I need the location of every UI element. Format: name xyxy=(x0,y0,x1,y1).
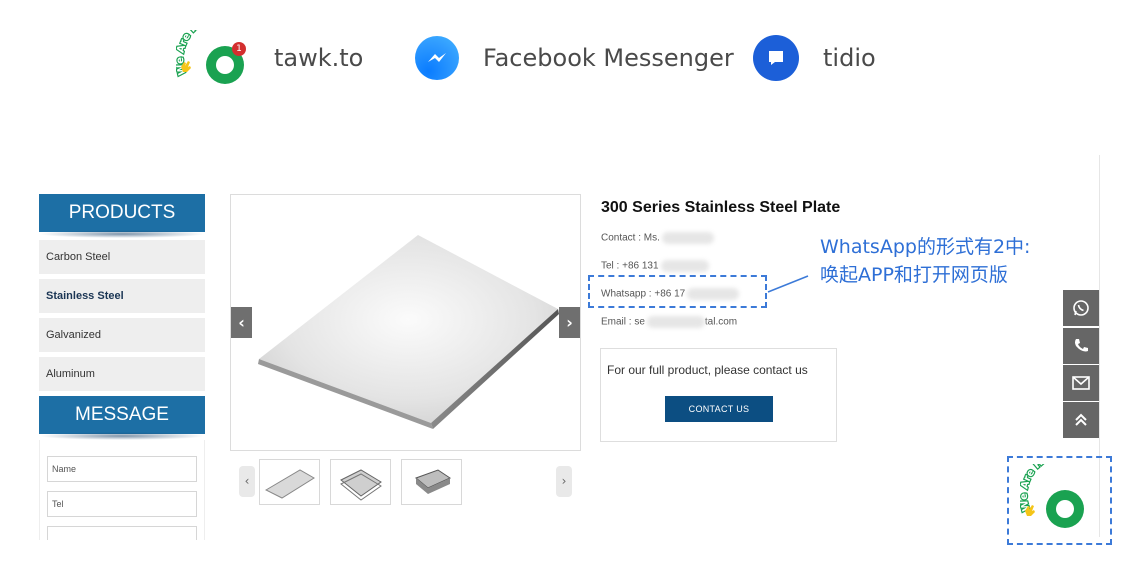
message-header: MESSAGE xyxy=(39,396,205,440)
annotation-line-1: WhatsApp的形式有2中: xyxy=(820,236,1031,258)
thumbnail[interactable] xyxy=(259,459,320,505)
sidebar-item-galvanized[interactable]: Galvanized xyxy=(39,318,205,352)
gallery-prev-button[interactable]: ‹ xyxy=(231,307,252,338)
redacted-value xyxy=(646,316,705,328)
thumbnail[interactable] xyxy=(401,459,462,505)
redacted-value xyxy=(660,260,709,272)
tel-line: Tel : +86 131 xyxy=(601,260,709,272)
contact-label: Contact : Ms. xyxy=(601,232,660,244)
thumbnail[interactable] xyxy=(330,459,391,505)
contact-us-button[interactable]: CONTACT US xyxy=(665,396,773,422)
products-header: PRODUCTS xyxy=(39,194,205,238)
cta-text: For our full product, please contact us xyxy=(607,363,808,377)
contact-line: Contact : Ms. xyxy=(601,232,714,244)
scroll-top-icon[interactable] xyxy=(1063,402,1099,438)
sidebar-item-aluminum[interactable]: Aluminum xyxy=(39,357,205,391)
contact-cta-box: For our full product, please contact us … xyxy=(600,348,837,442)
thumb-next-button[interactable]: › xyxy=(556,466,572,497)
legend-label: Facebook Messenger xyxy=(483,44,734,72)
product-title: 300 Series Stainless Steel Plate xyxy=(601,199,841,216)
legend-messenger: Facebook Messenger xyxy=(415,30,734,86)
whatsapp-icon[interactable] xyxy=(1063,290,1099,326)
sidebar-item-stainless-steel[interactable]: Stainless Steel xyxy=(39,279,205,313)
whatsapp-highlight-box xyxy=(588,275,767,308)
email-line[interactable]: Email : se tal.com xyxy=(601,316,737,328)
tawk-icon: We Are Here! 1 xyxy=(176,30,260,86)
email-prefix[interactable]: Email : se xyxy=(601,317,645,328)
name-field[interactable]: Name xyxy=(47,456,197,482)
waving-hand-icon xyxy=(1025,505,1035,516)
chat-bubble-icon[interactable] xyxy=(1046,490,1084,528)
email-suffix[interactable]: tal.com xyxy=(705,317,737,328)
legend-label: tidio xyxy=(823,44,876,72)
sidebar-item-carbon-steel[interactable]: Carbon Steel xyxy=(39,240,205,274)
annotation-line-2: 唤起APP和打开网页版 xyxy=(820,264,1008,286)
product-main-image[interactable] xyxy=(230,194,581,451)
messenger-icon xyxy=(415,36,459,80)
tel-label: Tel : +86 131 xyxy=(601,260,659,272)
annotation-text: WhatsApp的形式有2中: 唤起APP和打开网页版 xyxy=(820,233,1030,289)
redacted-value xyxy=(661,232,714,244)
legend-tawk: We Are Here! 1 tawk.to xyxy=(176,30,363,86)
thumb-prev-button[interactable]: ‹ xyxy=(239,466,255,497)
tidio-icon xyxy=(753,35,799,81)
mail-icon[interactable] xyxy=(1063,365,1099,401)
tel-field[interactable]: Tel xyxy=(47,491,197,517)
phone-icon[interactable] xyxy=(1063,328,1099,364)
legend-label: tawk.to xyxy=(274,44,364,72)
chat-widget[interactable]: We Are Here! xyxy=(1020,464,1104,534)
next-field[interactable] xyxy=(47,526,197,540)
waving-hand-icon xyxy=(181,61,191,72)
notification-badge: 1 xyxy=(232,42,246,56)
gallery-next-button[interactable]: › xyxy=(559,307,580,338)
legend-tidio: tidio xyxy=(753,30,876,86)
message-form: Name Tel xyxy=(39,440,205,540)
steel-plate-image xyxy=(258,235,559,429)
